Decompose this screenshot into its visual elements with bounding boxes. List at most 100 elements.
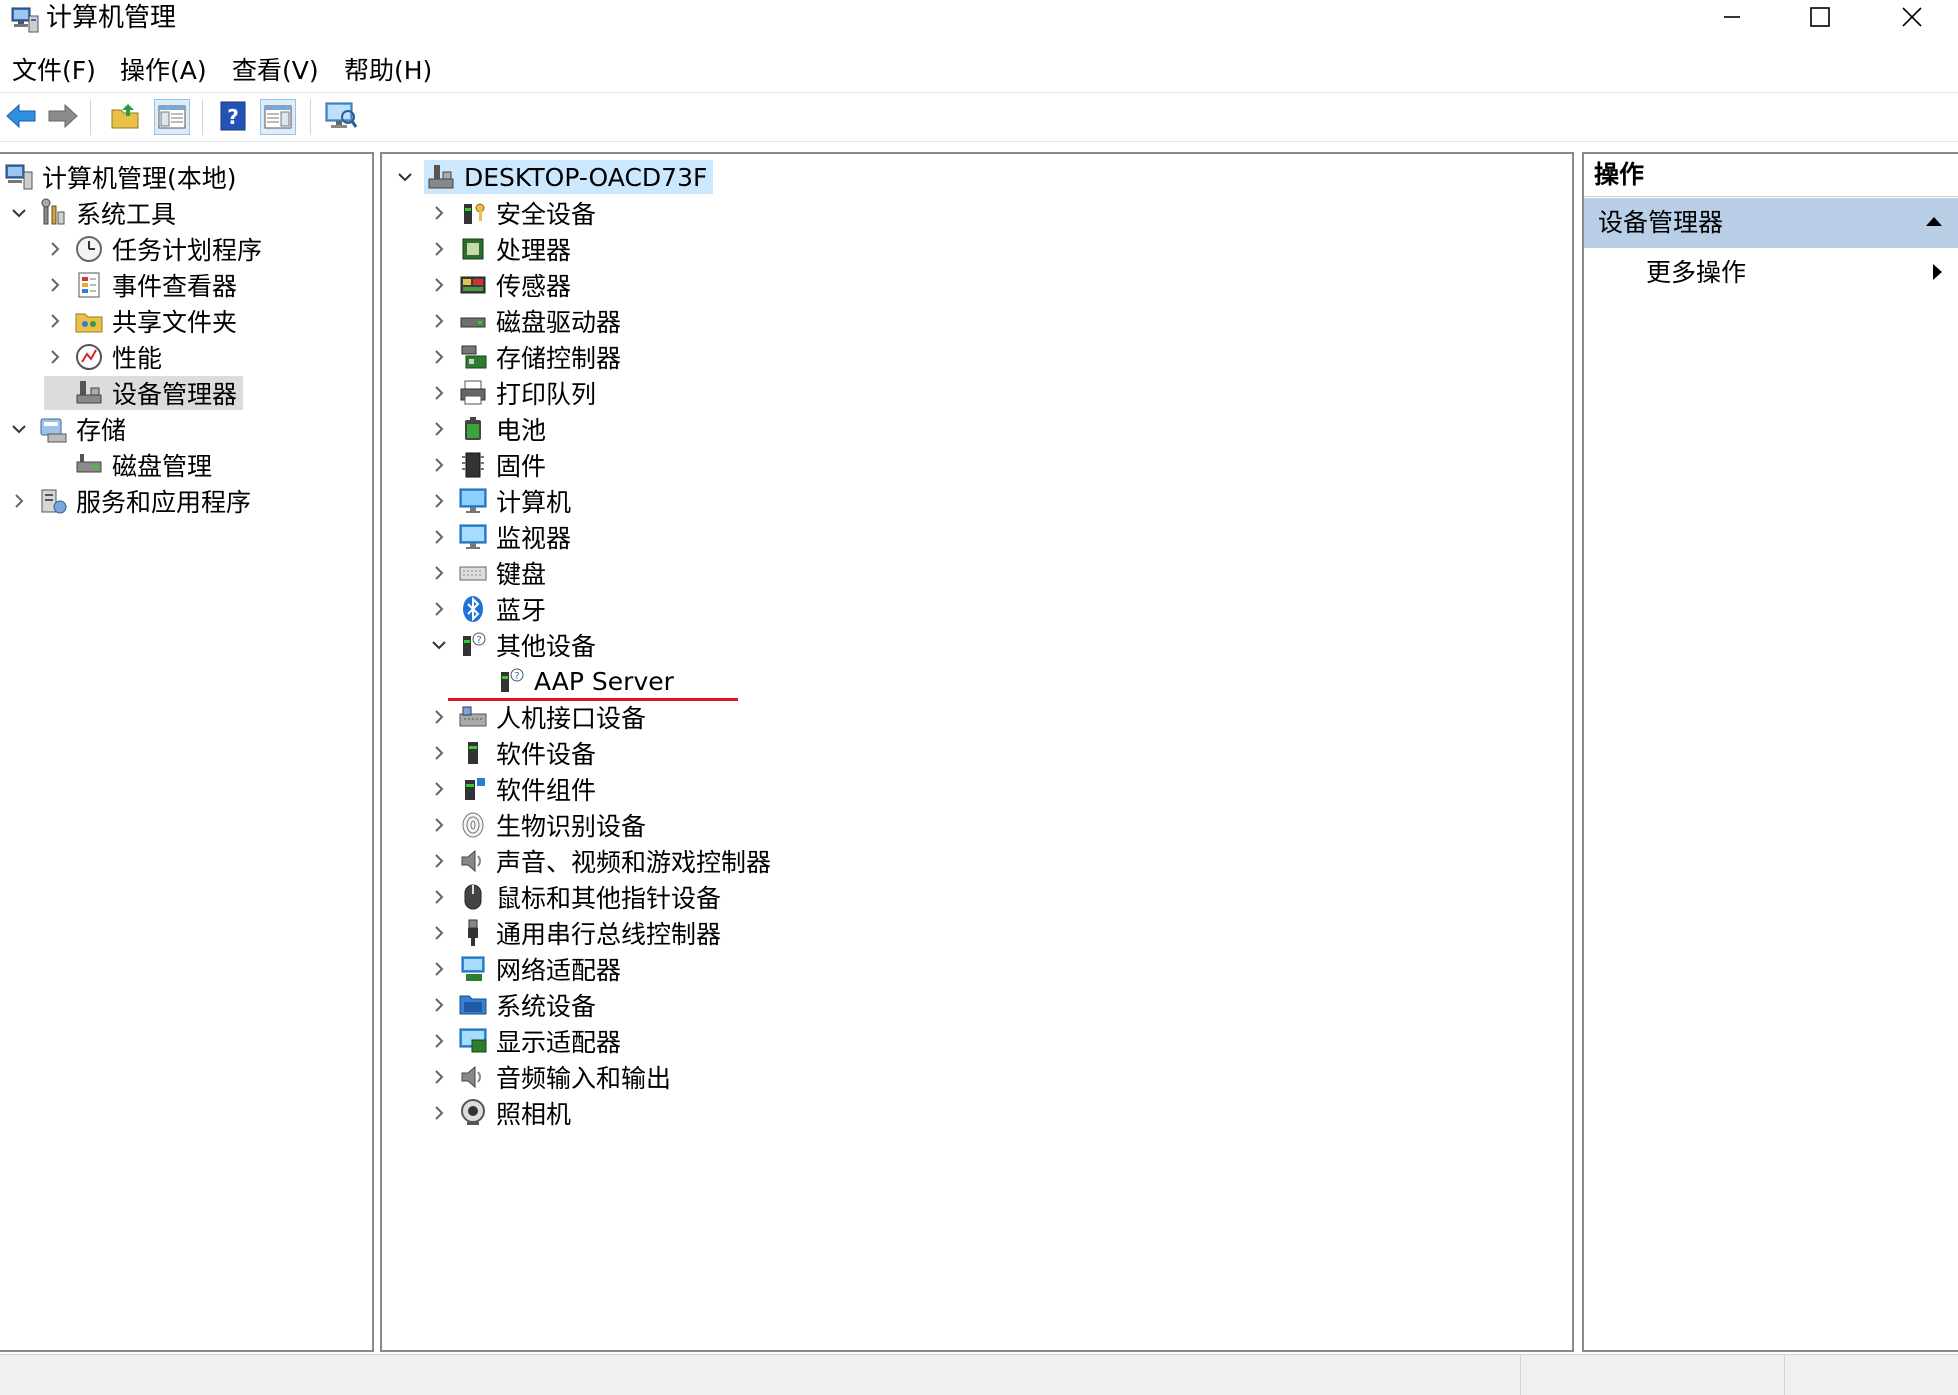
chevron-right-icon[interactable] [428, 850, 450, 872]
disk-drive-icon [458, 306, 488, 336]
chevron-right-icon[interactable] [428, 526, 450, 548]
device-category[interactable]: 处理器 [428, 232, 571, 266]
chevron-right-icon[interactable] [428, 706, 450, 728]
device-category[interactable]: 安全设备 [428, 196, 596, 230]
device-label: 通用串行总线控制器 [496, 920, 722, 949]
chevron-right-icon[interactable] [428, 382, 450, 404]
device-category[interactable]: 通用串行总线控制器 [428, 916, 721, 950]
chevron-right-icon[interactable] [428, 922, 450, 944]
device-category[interactable]: 人机接口设备 [428, 700, 646, 734]
sensor-icon [458, 270, 488, 300]
console-tree-item[interactable]: 共享文件夹 [44, 304, 243, 338]
chevron-right-icon[interactable] [428, 418, 450, 440]
back-button[interactable] [4, 99, 38, 133]
up-level-button[interactable] [108, 99, 142, 133]
device-category[interactable]: 磁盘驱动器 [428, 304, 621, 338]
device-category[interactable]: 固件 [428, 448, 546, 482]
device-label: 网络适配器 [496, 956, 622, 985]
show-hide-action-pane-button[interactable] [260, 99, 296, 135]
chevron-right-icon[interactable] [428, 958, 450, 980]
chevron-right-icon[interactable] [428, 202, 450, 224]
device-category[interactable]: 电池 [428, 412, 546, 446]
chevron-right-icon[interactable] [44, 238, 66, 260]
scan-hardware-button[interactable] [324, 99, 358, 133]
chevron-right-icon[interactable] [428, 814, 450, 836]
menu-help[interactable]: 帮助(H) [344, 52, 432, 90]
device-label: 电池 [496, 416, 547, 445]
chevron-right-icon[interactable] [428, 454, 450, 476]
chevron-right-icon[interactable] [428, 274, 450, 296]
device-category[interactable]: 监视器 [428, 520, 571, 554]
device-category[interactable]: 蓝牙 [428, 592, 546, 626]
chevron-right-icon[interactable] [428, 310, 450, 332]
console-tree-item[interactable]: 任务计划程序 [44, 232, 268, 266]
chevron-right-icon[interactable] [44, 310, 66, 332]
device-category[interactable]: 传感器 [428, 268, 571, 302]
device-category[interactable]: 显示适配器 [428, 1024, 621, 1058]
console-tree-item[interactable]: 服务和应用程序 [8, 484, 257, 518]
chevron-right-icon[interactable] [428, 778, 450, 800]
chevron-right-icon[interactable] [428, 490, 450, 512]
chevron-down-icon[interactable] [428, 634, 450, 656]
minimize-button[interactable] [1686, 0, 1778, 34]
device-category[interactable]: 声音、视频和游戏控制器 [428, 844, 771, 878]
device-label: 蓝牙 [496, 596, 547, 625]
chevron-right-icon[interactable] [8, 490, 30, 512]
chevron-down-icon[interactable] [8, 202, 30, 224]
console-tree-item[interactable]: 计算机管理(本地) [4, 160, 243, 194]
chevron-down-icon[interactable] [394, 166, 416, 188]
device-category[interactable]: 计算机 [428, 484, 571, 518]
forward-button[interactable] [46, 99, 80, 133]
help-button[interactable]: ? [216, 99, 250, 133]
console-tree-item[interactable]: 系统工具 [8, 196, 182, 230]
device-category[interactable]: 键盘 [428, 556, 546, 590]
device-category[interactable]: 系统设备 [428, 988, 596, 1022]
show-hide-console-tree-button[interactable] [154, 99, 190, 135]
device-label: 安全设备 [496, 200, 597, 229]
more-actions-item[interactable]: 更多操作 [1584, 252, 1958, 294]
device-category[interactable]: 打印队列 [428, 376, 596, 410]
device-category[interactable]: 存储控制器 [428, 340, 621, 374]
tree-item-label: 设备管理器 [112, 380, 238, 409]
chevron-down-icon[interactable] [8, 418, 30, 440]
chevron-right-icon[interactable] [428, 994, 450, 1016]
close-button[interactable] [1866, 0, 1958, 34]
chevron-right-icon[interactable] [428, 562, 450, 584]
device-category[interactable]: 鼠标和其他指针设备 [428, 880, 721, 914]
actions-section-device-manager[interactable]: 设备管理器 [1584, 198, 1958, 248]
console-tree-item[interactable]: 性能 [44, 340, 168, 374]
maximize-button[interactable] [1774, 0, 1866, 34]
chevron-right-icon[interactable] [428, 598, 450, 620]
collapse-up-icon[interactable] [1924, 214, 1944, 228]
chevron-right-icon[interactable] [44, 346, 66, 368]
chevron-right-icon[interactable] [44, 274, 66, 296]
device-category[interactable]: 生物识别设备 [428, 808, 646, 842]
console-tree-item[interactable]: 磁盘管理 [44, 448, 218, 482]
device-category[interactable]: 音频输入和输出 [428, 1060, 671, 1094]
device-category[interactable]: 软件组件 [428, 772, 596, 806]
chevron-right-icon[interactable] [428, 1066, 450, 1088]
menu-action[interactable]: 操作(A) [120, 52, 207, 90]
device-category[interactable]: 照相机 [428, 1096, 571, 1130]
toolbar: ? [0, 92, 1958, 142]
console-tree-item[interactable]: 设备管理器 [44, 376, 244, 410]
chevron-right-icon[interactable] [428, 238, 450, 260]
tree-item-label: 服务和应用程序 [76, 488, 252, 517]
device-item[interactable]: ? AAP Server [466, 664, 674, 698]
forward-arrow-icon [48, 103, 78, 129]
device-category[interactable]: 软件设备 [428, 736, 596, 770]
console-tree-item[interactable]: 事件查看器 [44, 268, 243, 302]
chevron-right-icon[interactable] [428, 742, 450, 764]
menu-view[interactable]: 查看(V) [232, 52, 319, 90]
device-tree-root[interactable]: DESKTOP-OACD73F [394, 160, 714, 194]
menu-file[interactable]: 文件(F) [12, 52, 96, 90]
chevron-right-icon[interactable] [428, 1102, 450, 1124]
device-category[interactable]: 网络适配器 [428, 952, 621, 986]
chevron-right-icon[interactable] [428, 346, 450, 368]
svg-text:?: ? [476, 635, 481, 646]
device-category[interactable]: ? 其他设备 [428, 628, 596, 662]
chevron-right-icon[interactable] [428, 1030, 450, 1052]
monitor-icon [458, 522, 488, 552]
console-tree-item[interactable]: 存储 [8, 412, 132, 446]
chevron-right-icon[interactable] [428, 886, 450, 908]
